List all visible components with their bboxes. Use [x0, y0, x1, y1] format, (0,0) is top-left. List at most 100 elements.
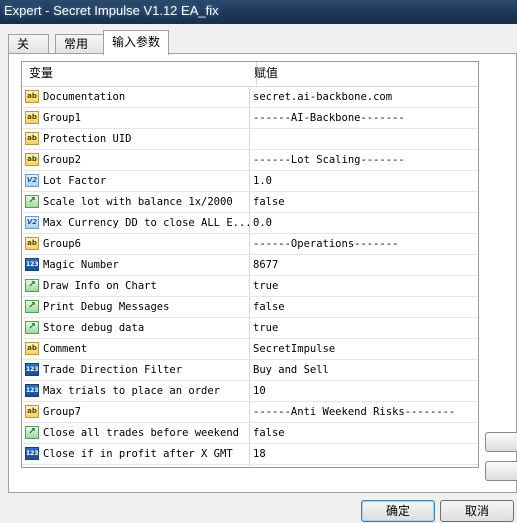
- parameter-name-cell[interactable]: ab Group7: [22, 402, 250, 422]
- bool-type-icon: ↗: [25, 426, 39, 439]
- parameter-value[interactable]: true: [250, 318, 478, 338]
- parameter-row[interactable]: ab Group7 ------Anti Weekend Risks--------: [22, 402, 478, 423]
- parameter-name: Max trials to place an order: [43, 385, 221, 397]
- parameter-name: Print Debug Messages: [43, 301, 170, 313]
- parameter-name-cell[interactable]: ↗ Print Debug Messages: [22, 297, 250, 317]
- load-button[interactable]: [485, 432, 517, 452]
- parameter-row[interactable]: ↗ Print Debug Messages false: [22, 297, 478, 318]
- parameter-value[interactable]: 0.0: [250, 213, 478, 233]
- tab-common[interactable]: 常用: [55, 34, 105, 54]
- parameter-row[interactable]: ab Group1 ------AI-Backbone-------: [22, 108, 478, 129]
- parameter-row[interactable]: 123 Magic Number 8677: [22, 255, 478, 276]
- parameter-row[interactable]: ↗ Store debug data true: [22, 318, 478, 339]
- parameter-name: Trade Direction Filter: [43, 364, 183, 376]
- parameter-row[interactable]: V2 Max Currency DD to close ALL E... 0.0: [22, 213, 478, 234]
- parameter-row[interactable]: 123 Max trials to place an order 10: [22, 381, 478, 402]
- title-bar: Expert - Secret Impulse V1.12 EA_fix: [0, 0, 517, 24]
- parameter-name-cell[interactable]: ab Protection UID: [22, 129, 250, 149]
- string-type-icon: ab: [25, 153, 39, 166]
- parameter-name: Draw Info on Chart: [43, 280, 157, 292]
- parameter-value[interactable]: 1.0: [250, 171, 478, 191]
- parameter-value[interactable]: 8677: [250, 255, 478, 275]
- parameter-name-cell[interactable]: ↗ Draw Info on Chart: [22, 276, 250, 296]
- string-type-icon: ab: [25, 405, 39, 418]
- bool-type-icon: ↗: [25, 321, 39, 334]
- parameter-name-cell[interactable]: V2 Lot Factor: [22, 171, 250, 191]
- save-button[interactable]: [485, 461, 517, 481]
- string-type-icon: ab: [25, 111, 39, 124]
- parameter-value[interactable]: SecretImpulse: [250, 339, 478, 359]
- parameter-value[interactable]: secret.ai-backbone.com: [250, 87, 478, 107]
- ok-button[interactable]: 确定: [361, 500, 435, 522]
- parameter-value[interactable]: [250, 129, 478, 149]
- parameter-row[interactable]: ab Comment SecretImpulse: [22, 339, 478, 360]
- column-header-value[interactable]: 赋值: [250, 62, 474, 85]
- parameter-name-cell[interactable]: 123 Close if in profit after X GMT: [22, 444, 250, 464]
- integer-type-icon: 123: [25, 447, 39, 460]
- window-title: Expert - Secret Impulse V1.12 EA_fix: [4, 3, 219, 18]
- parameter-value[interactable]: ------Lot Scaling-------: [250, 150, 478, 170]
- parameter-name-cell[interactable]: ab Group6: [22, 234, 250, 254]
- bool-type-icon: ↗: [25, 279, 39, 292]
- parameter-value[interactable]: 20: [250, 465, 478, 467]
- parameter-name-cell[interactable]: ab Group2: [22, 150, 250, 170]
- parameter-name-cell[interactable]: ab Documentation: [22, 87, 250, 107]
- parameter-name-cell[interactable]: 123 Magic Number: [22, 255, 250, 275]
- parameter-row[interactable]: 123 Close if in profit after X GMT 18: [22, 444, 478, 465]
- parameter-value[interactable]: ------AI-Backbone-------: [250, 108, 478, 128]
- parameter-name: Max Currency DD to close ALL E...: [43, 217, 250, 229]
- parameter-value[interactable]: false: [250, 423, 478, 443]
- parameter-row[interactable]: 123Always close at X GMT20: [22, 465, 478, 467]
- tab-inputs[interactable]: 输入参数: [103, 30, 169, 55]
- parameter-row[interactable]: ab Protection UID: [22, 129, 478, 150]
- parameter-value[interactable]: Buy and Sell: [250, 360, 478, 380]
- parameter-value[interactable]: false: [250, 192, 478, 212]
- parameter-value[interactable]: false: [250, 297, 478, 317]
- tab-about[interactable]: 关于: [8, 34, 49, 70]
- cancel-button[interactable]: 取消: [440, 500, 514, 522]
- parameter-name-cell[interactable]: 123 Trade Direction Filter: [22, 360, 250, 380]
- parameter-name: Always close at X GMT: [43, 465, 176, 467]
- parameter-name-cell[interactable]: ab Group1: [22, 108, 250, 128]
- parameter-name-cell[interactable]: ↗ Store debug data: [22, 318, 250, 338]
- parameter-name: Store debug data: [43, 322, 145, 334]
- bool-type-icon: ↗: [25, 300, 39, 313]
- parameter-name: Protection UID: [43, 133, 132, 145]
- parameter-name: Group7: [43, 406, 81, 418]
- parameter-name: Lot Factor: [43, 175, 107, 187]
- parameter-name-cell[interactable]: ↗ Close all trades before weekend: [22, 423, 250, 443]
- parameter-name-cell[interactable]: ab Comment: [22, 339, 250, 359]
- parameter-name: Documentation: [43, 91, 126, 103]
- parameter-row[interactable]: V2 Lot Factor 1.0: [22, 171, 478, 192]
- parameter-row[interactable]: 123 Trade Direction Filter Buy and Sell: [22, 360, 478, 381]
- parameter-row[interactable]: ↗ Draw Info on Chart true: [22, 276, 478, 297]
- parameter-value[interactable]: 18: [250, 444, 478, 464]
- parameter-name: Comment: [43, 343, 88, 355]
- parameter-value[interactable]: 10: [250, 381, 478, 401]
- integer-type-icon: 123: [25, 384, 39, 397]
- parameter-name-cell[interactable]: 123 Max trials to place an order: [22, 381, 250, 401]
- parameter-row[interactable]: ab Group6 ------Operations-------: [22, 234, 478, 255]
- parameter-value[interactable]: true: [250, 276, 478, 296]
- column-header-variable[interactable]: 变量: [22, 62, 257, 85]
- inputs-panel: 变量 赋值 ab Documentation secret.ai-backbone.…: [8, 53, 517, 493]
- parameter-name-cell[interactable]: V2 Max Currency DD to close ALL E...: [22, 213, 250, 233]
- double-type-icon: V2: [25, 174, 39, 187]
- parameter-name: Group6: [43, 238, 81, 250]
- parameter-name: Scale lot with balance 1x/2000: [43, 196, 233, 208]
- parameter-value[interactable]: ------Operations-------: [250, 234, 478, 254]
- parameter-row[interactable]: ab Group2 ------Lot Scaling-------: [22, 150, 478, 171]
- string-type-icon: ab: [25, 90, 39, 103]
- parameter-row[interactable]: ↗ Scale lot with balance 1x/2000 false: [22, 192, 478, 213]
- string-type-icon: ab: [25, 237, 39, 250]
- parameters-list: ab Documentation secret.ai-backbone.com ab G…: [22, 87, 478, 467]
- parameter-row[interactable]: ab Documentation secret.ai-backbone.com: [22, 87, 478, 108]
- integer-type-icon: 123: [25, 363, 39, 376]
- parameter-value[interactable]: ------Anti Weekend Risks--------: [250, 402, 478, 422]
- parameter-row[interactable]: ↗ Close all trades before weekend false: [22, 423, 478, 444]
- parameter-name: Close if in profit after X GMT: [43, 448, 233, 460]
- parameter-name-cell[interactable]: ↗ Scale lot with balance 1x/2000: [22, 192, 250, 212]
- grid-header: 变量 赋值: [22, 62, 478, 87]
- parameter-name-cell[interactable]: 123Always close at X GMT: [22, 465, 250, 467]
- double-type-icon: V2: [25, 216, 39, 229]
